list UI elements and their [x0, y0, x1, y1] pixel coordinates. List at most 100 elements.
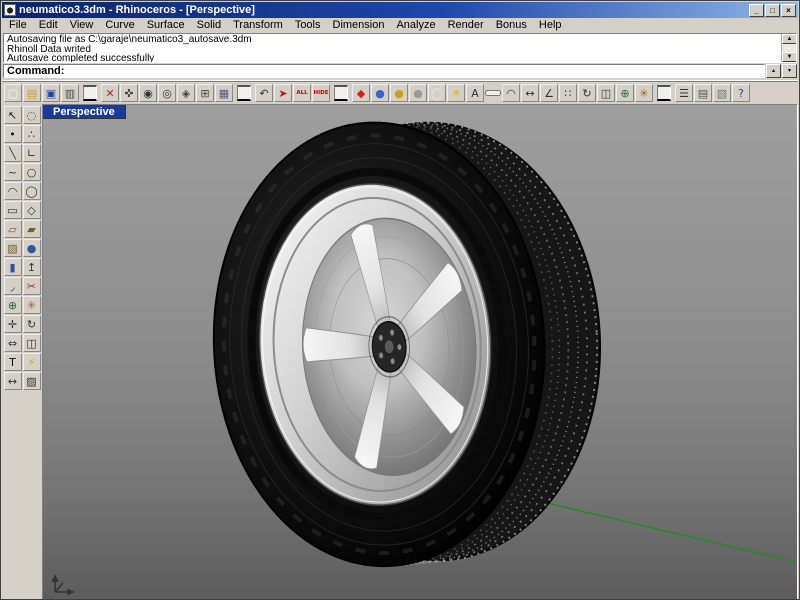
- points-button[interactable]: ∴: [22, 125, 41, 143]
- text-icon: T: [9, 355, 16, 369]
- explode-curves-button[interactable]: ✳: [22, 296, 41, 314]
- command-popup-down-icon[interactable]: ▾: [782, 64, 797, 78]
- menu-item-tools[interactable]: Tools: [289, 18, 327, 33]
- menu-item-file[interactable]: File: [3, 18, 33, 33]
- scroll-down-icon[interactable]: ▼: [782, 52, 796, 62]
- flamingo-render-button[interactable]: ◆: [352, 84, 370, 102]
- menu-item-render[interactable]: Render: [442, 18, 490, 33]
- command-history-scrollbar[interactable]: ▲ ▼: [781, 34, 796, 62]
- pan-button[interactable]: ✜: [120, 84, 138, 102]
- select-button[interactable]: ↖: [3, 106, 22, 124]
- save-button[interactable]: ▣: [42, 84, 60, 102]
- command-line-row: Command: ▴ ▾: [3, 64, 797, 78]
- plane-button[interactable]: ▰: [22, 220, 41, 238]
- menu-item-transform[interactable]: Transform: [227, 18, 289, 33]
- properties-button[interactable]: ▤: [694, 84, 712, 102]
- move-button[interactable]: ➤: [274, 84, 292, 102]
- mirror-object-button[interactable]: ◫: [22, 334, 41, 352]
- notes-button[interactable]: ▧: [713, 84, 731, 102]
- menu-item-curve[interactable]: Curve: [99, 18, 140, 33]
- material-button[interactable]: A: [466, 84, 484, 102]
- text-button[interactable]: T: [3, 353, 22, 371]
- rotate-object-button[interactable]: ↻: [22, 315, 41, 333]
- print-button[interactable]: ▥: [61, 84, 79, 102]
- rendered-view-button[interactable]: ●: [390, 84, 408, 102]
- hide-button[interactable]: HIDE: [312, 84, 330, 102]
- show-all-button[interactable]: ALL: [293, 84, 311, 102]
- box-button[interactable]: ▧: [3, 239, 22, 257]
- ghosted-view-button[interactable]: ●: [409, 84, 427, 102]
- maximize-button[interactable]: □: [765, 3, 780, 17]
- open-file-button[interactable]: ▤: [23, 84, 41, 102]
- zoom-in-button[interactable]: ◉: [139, 84, 157, 102]
- point-button[interactable]: •: [3, 125, 22, 143]
- line-button[interactable]: ╲: [3, 144, 22, 162]
- mirror-object-icon: ◫: [26, 336, 37, 350]
- angle-button[interactable]: ∠: [540, 84, 558, 102]
- help-button[interactable]: ?: [732, 84, 750, 102]
- join-curves-button[interactable]: ⊕: [3, 296, 22, 314]
- scroll-up-icon[interactable]: ▲: [782, 34, 796, 44]
- hatch-button[interactable]: ▨: [22, 372, 41, 390]
- fillet-button[interactable]: ◞: [3, 277, 22, 295]
- layers-button[interactable]: ☰: [675, 84, 693, 102]
- menu-item-view[interactable]: View: [64, 18, 100, 33]
- window-controls: _ □ ×: [749, 3, 796, 17]
- new-file-button[interactable]: ▢: [4, 84, 22, 102]
- zoom-out-button[interactable]: ◎: [158, 84, 176, 102]
- extrude-button[interactable]: ↥: [22, 258, 41, 276]
- undo-button[interactable]: ↶: [255, 84, 273, 102]
- ellipse-button[interactable]: ◯: [22, 182, 41, 200]
- dimension-button[interactable]: ↔: [521, 84, 539, 102]
- grid-button[interactable]: ▦: [215, 84, 233, 102]
- command-input[interactable]: [68, 65, 761, 77]
- menu-item-analyze[interactable]: Analyze: [390, 18, 441, 33]
- polygon-button[interactable]: ◇: [22, 201, 41, 219]
- viewport-title[interactable]: Perspective: [43, 105, 126, 119]
- shaded-view-icon: ●: [375, 86, 385, 100]
- dimension-tool-button[interactable]: ↔: [3, 372, 22, 390]
- menu-item-help[interactable]: Help: [533, 18, 568, 33]
- command-line[interactable]: Command:: [3, 64, 765, 78]
- curve-button[interactable]: ~: [3, 163, 22, 181]
- command-popup-up-icon[interactable]: ▴: [766, 64, 781, 78]
- zoom-window-button[interactable]: ◈: [177, 84, 195, 102]
- mirror-button[interactable]: ◫: [597, 84, 615, 102]
- menu-item-edit[interactable]: Edit: [33, 18, 64, 33]
- title-bar[interactable]: neumatico3.3dm - Rhinoceros - [Perspecti…: [2, 2, 798, 18]
- circle-button[interactable]: ○: [22, 163, 41, 181]
- viewport-perspective[interactable]: Perspective: [42, 104, 798, 599]
- menu-item-bonus[interactable]: Bonus: [490, 18, 533, 33]
- polyline-button[interactable]: ∟: [22, 144, 41, 162]
- main-toolbar: ↖ ◌ • ∴ ╲ ∟ ~ ○ ◠ ◯ ▭ ◇ ▱ ▰ ▧ ● ▮ ↥ ◞ ✂ ⊕ ✳ ✛ ↻ ⇔ ◫ T ⚡ ↔ ▨: [2, 104, 42, 599]
- wireframe-view-button[interactable]: ◯: [428, 84, 446, 102]
- array-button[interactable]: ∷: [559, 84, 577, 102]
- curve-analysis-button[interactable]: ◠: [502, 84, 520, 102]
- spotlight-button[interactable]: ☀: [447, 84, 465, 102]
- join-button[interactable]: ⊕: [616, 84, 634, 102]
- bonus-tools-button[interactable]: ⚡: [22, 353, 41, 371]
- cylinder-button[interactable]: ▮: [3, 258, 22, 276]
- select-lasso-button[interactable]: ◌: [22, 106, 41, 124]
- arc-button[interactable]: ◠: [3, 182, 22, 200]
- delete-button[interactable]: ✕: [101, 84, 119, 102]
- scrollbar-track[interactable]: [782, 44, 796, 52]
- surface-button[interactable]: ▱: [3, 220, 22, 238]
- menu-item-dimension[interactable]: Dimension: [327, 18, 391, 33]
- minimize-button[interactable]: _: [749, 3, 764, 17]
- explode-button[interactable]: ✳: [635, 84, 653, 102]
- move-object-button[interactable]: ✛: [3, 315, 22, 333]
- menu-item-surface[interactable]: Surface: [141, 18, 191, 33]
- zoom-extents-button[interactable]: ⊞: [196, 84, 214, 102]
- scale-button[interactable]: ⇔: [3, 334, 22, 352]
- menu-item-solid[interactable]: Solid: [191, 18, 227, 33]
- shaded-view-button[interactable]: ●: [371, 84, 389, 102]
- close-button[interactable]: ×: [781, 3, 796, 17]
- command-history[interactable]: Autosaving file as C:\garaje\neumatico3_…: [3, 33, 797, 63]
- trim-button[interactable]: ✂: [22, 277, 41, 295]
- circle-icon: ○: [26, 165, 37, 179]
- orient-button[interactable]: ↻: [578, 84, 596, 102]
- rectangle-button[interactable]: ▭: [3, 201, 22, 219]
- sphere-button[interactable]: ●: [22, 239, 41, 257]
- flamingo-render-icon: ◆: [356, 86, 366, 100]
